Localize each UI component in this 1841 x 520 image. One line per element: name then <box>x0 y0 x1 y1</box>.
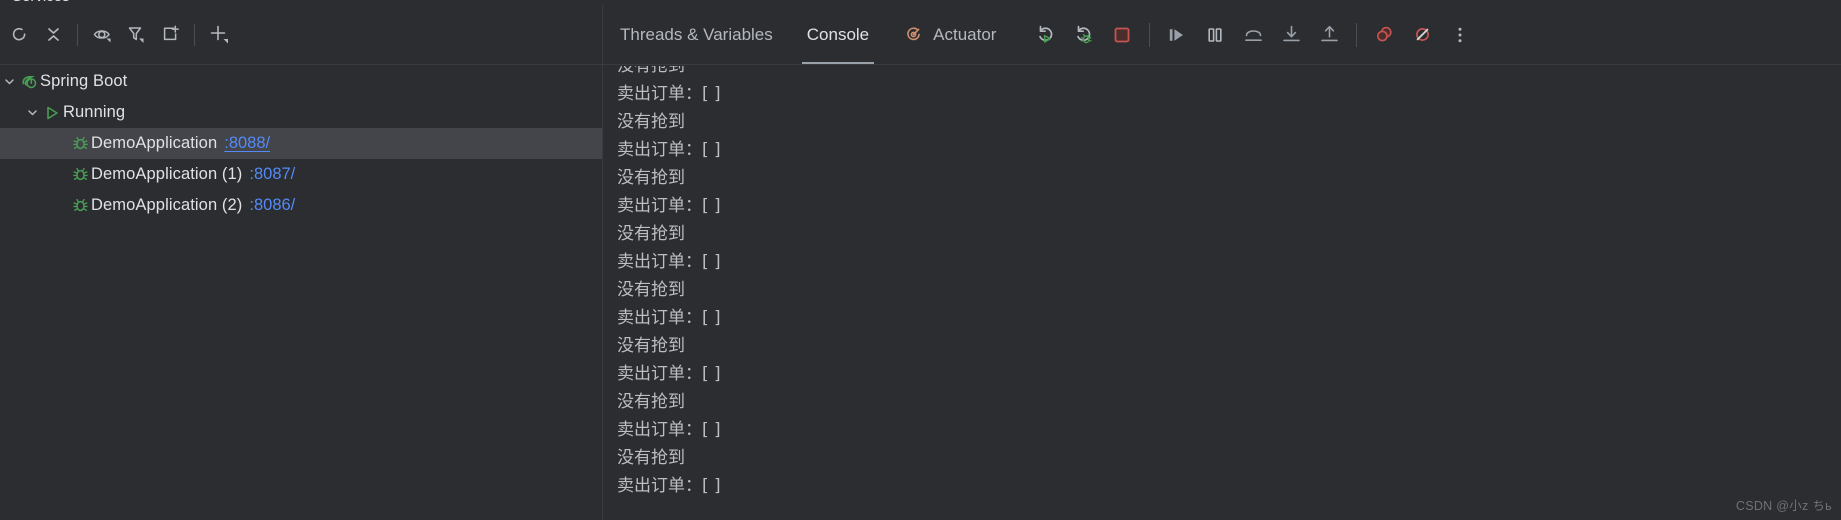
console-line: 没有抢到 <box>617 66 685 76</box>
console-line: 没有抢到 <box>617 280 685 300</box>
service-port-link[interactable]: :8088/ <box>224 134 270 153</box>
console-line: 卖出订单：[ ] <box>617 364 721 384</box>
services-right-panel: Threads & Variables Console Actuator 没有抢… <box>603 5 1841 520</box>
tab-label: Threads & Variables <box>620 24 773 44</box>
services-toolbar <box>0 5 602 65</box>
debug-bug-icon <box>69 128 91 159</box>
pause-icon[interactable] <box>1196 16 1234 54</box>
console-line: 卖出订单：[ ] <box>617 84 721 104</box>
debug-bug-icon <box>69 159 91 190</box>
tab-label: Console <box>806 24 870 44</box>
console-line: 卖出订单：[ ] <box>617 196 721 216</box>
rerun-icon[interactable] <box>1027 16 1065 54</box>
console-output[interactable]: 没有抢到 卖出订单：[ ] 没有抢到 卖出订单：[ ] 没有抢到 卖出订单：[ … <box>603 66 1841 520</box>
run-icon <box>41 97 63 128</box>
console-line: 卖出订单：[ ] <box>617 140 721 160</box>
view-breakpoints-icon[interactable] <box>1365 16 1403 54</box>
console-line: 卖出订单：[ ] <box>617 308 721 328</box>
actuator-icon <box>903 24 924 45</box>
console-line: 没有抢到 <box>617 336 685 356</box>
toolbar-divider <box>1356 22 1358 47</box>
resume-icon[interactable] <box>1158 16 1196 54</box>
debug-bug-icon <box>69 190 91 221</box>
toolbar-divider <box>194 23 195 46</box>
tab-actuator[interactable]: Actuator <box>886 5 1013 64</box>
console-lines: 没有抢到 卖出订单：[ ] 没有抢到 卖出订单：[ ] 没有抢到 卖出订单：[ … <box>617 66 1841 500</box>
tree-node-label: DemoApplication (2) <box>91 196 243 214</box>
services-left-panel: Spring Boot Running DemoApplication:808… <box>0 5 602 520</box>
tree-node-demoapplication[interactable]: DemoApplication :8088/ <box>0 128 602 159</box>
add-tab-icon[interactable] <box>153 18 187 52</box>
console-line: 没有抢到 <box>617 168 685 188</box>
chevron-down-icon[interactable] <box>0 66 18 97</box>
rerun-partial-icon[interactable] <box>2 18 36 52</box>
spring-boot-icon <box>18 66 40 97</box>
watermark: CSDN @小z ちь <box>1735 499 1832 513</box>
console-line: 没有抢到 <box>617 448 685 468</box>
debugger-tabbar: Threads & Variables Console Actuator <box>603 5 1841 65</box>
show-hidden-icon[interactable] <box>85 18 119 52</box>
rerun-debug-icon[interactable] <box>1065 16 1103 54</box>
more-options-icon[interactable] <box>1441 16 1479 54</box>
tab-threads-variables[interactable]: Threads & Variables <box>603 5 790 64</box>
console-line: 卖出订单：[ ] <box>617 252 721 272</box>
tab-console[interactable]: Console <box>790 5 886 64</box>
toolbar-divider <box>1149 22 1151 47</box>
service-port-link[interactable]: :8087/ <box>249 165 295 184</box>
tree-node-label: DemoApplication (1) <box>91 165 243 183</box>
step-out-icon[interactable] <box>1310 16 1348 54</box>
mute-breakpoints-icon[interactable] <box>1403 16 1441 54</box>
collapse-all-icon[interactable] <box>36 18 70 52</box>
tree-node-label: DemoApplication <box>91 134 218 152</box>
filter-icon[interactable] <box>119 18 153 52</box>
chevron-down-icon[interactable] <box>23 97 41 128</box>
console-line: 卖出订单：[ ] <box>617 476 721 496</box>
tree-node-label: Spring Boot <box>40 72 128 90</box>
services-tool-window: Services <box>0 0 1841 520</box>
tree-node-demoapplication-2[interactable]: DemoApplication (2) :8086/ <box>0 190 602 221</box>
toolbar-divider <box>77 23 78 46</box>
step-over-icon[interactable] <box>1234 16 1272 54</box>
add-icon[interactable] <box>202 18 236 52</box>
stop-icon[interactable] <box>1103 16 1141 54</box>
console-line: 卖出订单：[ ] <box>617 420 721 440</box>
tree-node-running[interactable]: Running <box>0 97 602 128</box>
console-line: 没有抢到 <box>617 112 685 132</box>
services-tree[interactable]: Spring Boot Running DemoApplication:808… <box>0 66 602 520</box>
step-into-icon[interactable] <box>1272 16 1310 54</box>
tree-node-demoapplication-1[interactable]: DemoApplication (1) :8087/ <box>0 159 602 190</box>
service-port-link[interactable]: :8086/ <box>249 196 295 215</box>
console-line: 没有抢到 <box>617 392 685 412</box>
tree-node-spring-boot[interactable]: Spring Boot <box>0 66 602 97</box>
console-line: 没有抢到 <box>617 224 685 244</box>
tab-label: Actuator <box>933 24 997 44</box>
tree-node-label: Running <box>63 103 126 121</box>
